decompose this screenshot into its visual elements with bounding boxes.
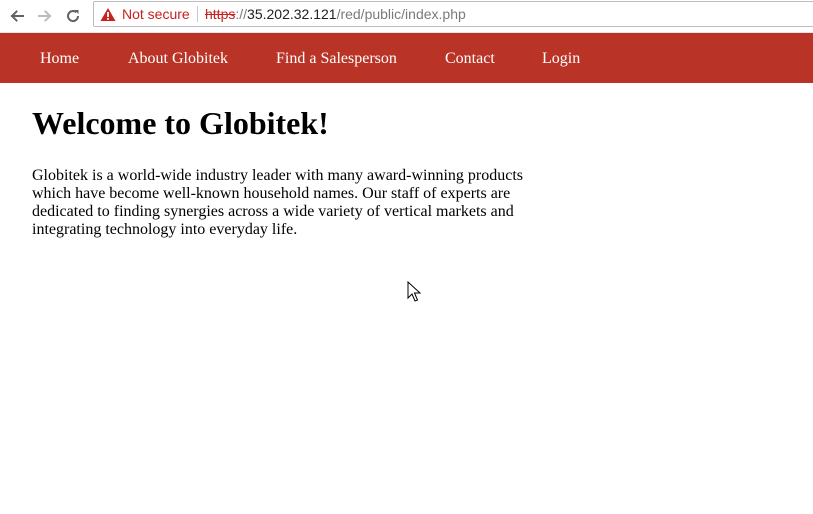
url-scheme: https: [205, 6, 236, 22]
url-path: /red/public/index.php: [336, 6, 466, 22]
browser-toolbar: Not secure https://35.202.32.121/red/pub…: [0, 0, 813, 33]
page-title: Welcome to Globitek!: [32, 105, 329, 141]
nav-item-home[interactable]: Home: [40, 33, 79, 83]
warning-icon: [100, 7, 116, 22]
nav-item-about[interactable]: About Globitek: [128, 33, 228, 83]
main-navigation: Home About Globitek Find a Salesperson C…: [0, 33, 813, 83]
back-icon: [10, 10, 24, 22]
security-indicator[interactable]: Not secure: [100, 2, 190, 26]
reload-button[interactable]: [62, 5, 84, 27]
intro-paragraph: Globitek is a world-wide industry leader…: [32, 167, 523, 238]
url-text[interactable]: https://35.202.32.121/red/public/index.p…: [205, 2, 466, 26]
mouse-pointer-icon: [407, 280, 422, 308]
forward-button[interactable]: [34, 5, 56, 27]
security-label: Not secure: [122, 6, 190, 22]
reload-icon: [67, 10, 80, 23]
nav-item-find-salesperson[interactable]: Find a Salesperson: [276, 33, 397, 83]
nav-item-contact[interactable]: Contact: [445, 33, 495, 83]
address-separator: [197, 6, 198, 22]
main-content: Welcome to Globitek! Globitek is a world…: [32, 83, 532, 239]
forward-icon: [38, 10, 52, 22]
nav-item-login[interactable]: Login: [542, 33, 580, 83]
back-button[interactable]: [6, 5, 28, 27]
url-separator: ://: [235, 6, 248, 22]
address-bar[interactable]: Not secure https://35.202.32.121/red/pub…: [93, 1, 813, 27]
url-host: 35.202.32.121: [247, 6, 337, 22]
